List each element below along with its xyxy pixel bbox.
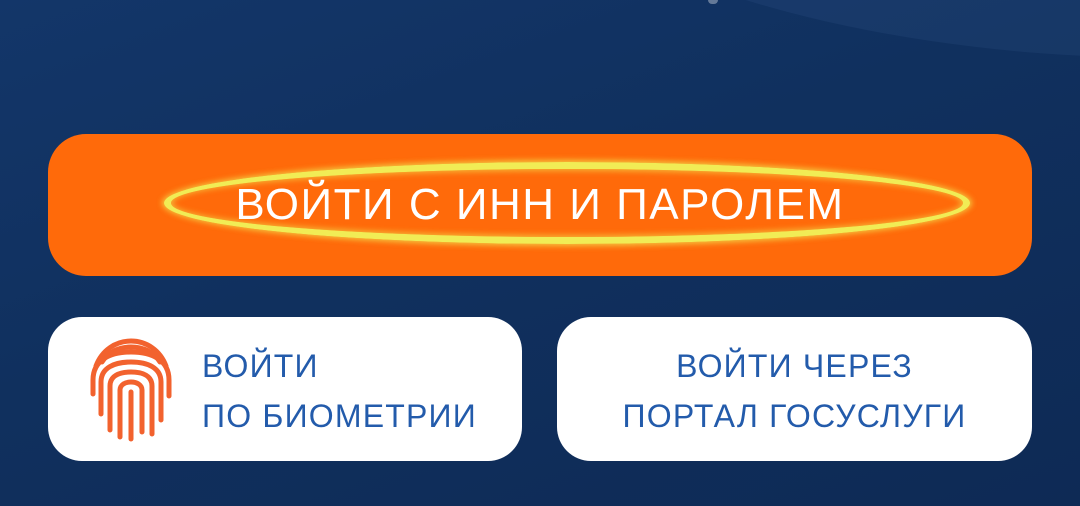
background-arc: [548, 0, 1080, 97]
fingerprint-icon: [90, 338, 172, 442]
login-gosuslugi-label-line1: ВОЙТИ ЧЕРЕЗ: [676, 348, 913, 384]
login-biometric-label-line1: ВОЙТИ: [202, 348, 319, 384]
login-gosuslugi-button[interactable]: [557, 317, 1032, 461]
background-mark: [708, 0, 718, 4]
login-gosuslugi-label-line2: ПОРТАЛ ГОСУСЛУГИ: [622, 398, 967, 434]
login-inn-password-label: ВОЙТИ С ИНН И ПАРОЛЕМ: [235, 180, 845, 229]
login-biometric-label-line2: ПО БИОМЕТРИИ: [202, 398, 477, 434]
login-inn-password-button[interactable]: ВОЙТИ С ИНН И ПАРОЛЕМ: [48, 134, 1032, 276]
